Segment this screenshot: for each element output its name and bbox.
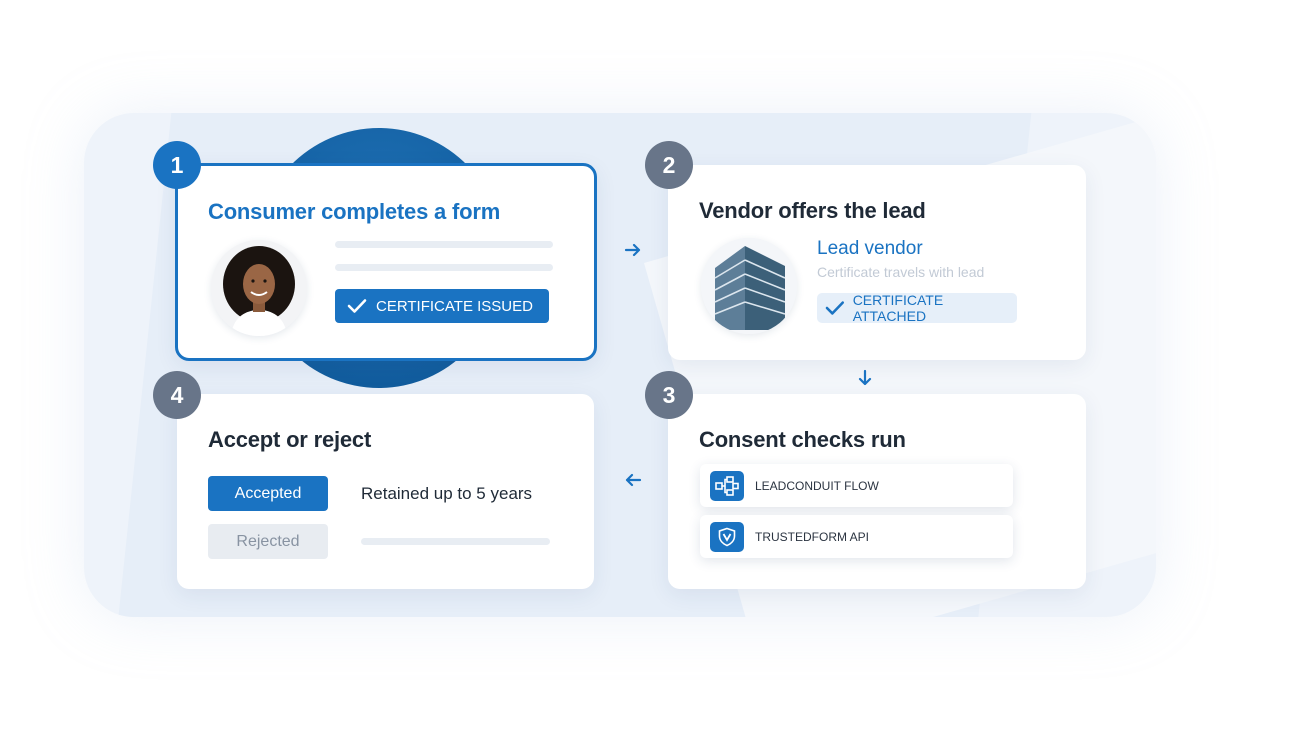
check-icon xyxy=(347,299,367,313)
step-4-card[interactable]: Accept or reject Accepted Rejected Retai… xyxy=(177,394,594,589)
vendor-name: Lead vendor xyxy=(817,238,923,259)
building-image xyxy=(701,238,797,334)
form-line xyxy=(335,241,553,248)
step-1-badge: 1 xyxy=(153,141,201,189)
step-2-title: Vendor offers the lead xyxy=(699,198,926,223)
leadconduit-flow-label: LEADCONDUIT FLOW xyxy=(755,478,879,493)
step-2-badge: 2 xyxy=(645,141,693,189)
rejected-button[interactable]: Rejected xyxy=(208,524,328,559)
step-3-title: Consent checks run xyxy=(699,427,906,452)
step-3-card[interactable]: Consent checks run LEADCONDUIT FLOW TRUS… xyxy=(668,394,1086,589)
certificate-attached-chip: CERTIFICATE ATTACHED xyxy=(817,292,1017,324)
step-3-badge: 3 xyxy=(645,371,693,419)
trustedform-api-label: TRUSTEDFORM API xyxy=(755,529,870,544)
arrow-right-icon xyxy=(624,243,641,257)
retention-text: Retained up to 5 years xyxy=(361,484,533,503)
leadconduit-flow-item[interactable]: LEADCONDUIT FLOW xyxy=(700,464,1013,507)
step-4-title: Accept or reject xyxy=(208,427,372,452)
arrow-left-icon xyxy=(625,473,642,487)
step-1-card[interactable]: Consumer completes a form CERTIFICATE IS… xyxy=(175,163,597,361)
certificate-issued-button[interactable]: CERTIFICATE ISSUED xyxy=(335,289,549,323)
form-line xyxy=(335,264,553,271)
step-1-title: Consumer completes a form xyxy=(208,199,501,224)
step-4-badge: 4 xyxy=(153,371,201,419)
consumer-avatar xyxy=(211,240,307,336)
certificate-issued-label: CERTIFICATE ISSUED xyxy=(376,297,533,315)
flow-icon xyxy=(710,470,744,501)
placeholder-line xyxy=(361,538,550,545)
check-icon xyxy=(825,301,844,315)
arrow-down-icon xyxy=(858,369,872,386)
shield-v-icon xyxy=(710,521,744,552)
step-2-card[interactable]: Vendor offers the lead Lead vendor Certi… xyxy=(668,165,1086,360)
accepted-button[interactable]: Accepted xyxy=(208,476,328,511)
trustedform-api-item[interactable]: TRUSTEDFORM API xyxy=(700,515,1013,558)
certificate-attached-label: CERTIFICATE ATTACHED xyxy=(852,292,944,324)
vendor-subtitle: Certificate travels with lead xyxy=(817,264,985,280)
